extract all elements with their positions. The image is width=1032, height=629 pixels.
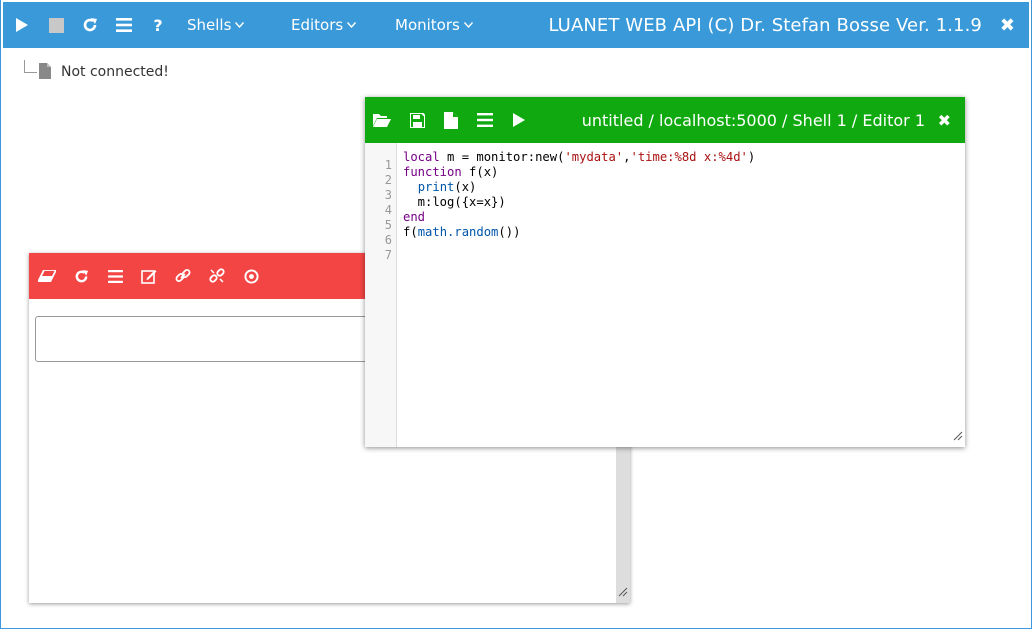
new-file-icon[interactable] <box>435 97 467 143</box>
edit-icon[interactable] <box>134 253 164 299</box>
help-icon[interactable]: ? <box>147 2 169 48</box>
line-number: 2 <box>384 173 392 187</box>
app-window: ? Shells Editors Monitors LUANET WEB API… <box>0 0 1032 629</box>
line-number: 5 <box>384 218 392 232</box>
editor-toolbar: untitled / localhost:5000 / Shell 1 / Ed… <box>365 97 965 143</box>
code-line[interactable]: f(math.random()) <box>403 225 953 240</box>
tree-connector <box>24 60 37 73</box>
play-icon[interactable] <box>11 2 33 48</box>
menu-icon[interactable] <box>113 2 135 48</box>
code-line[interactable]: print(x) <box>403 180 953 195</box>
line-number: 4 <box>384 203 392 217</box>
top-toolbar: ? Shells Editors Monitors LUANET WEB API… <box>3 2 1029 48</box>
menu-shells-label: Shells <box>187 16 232 34</box>
close-icon[interactable]: ✖ <box>938 97 951 143</box>
line-number: 1 <box>384 158 392 172</box>
line-number: 6 <box>384 233 392 247</box>
code-line[interactable]: end <box>403 210 953 225</box>
folder-open-icon[interactable] <box>366 97 398 143</box>
resize-handle-icon[interactable] <box>618 582 628 601</box>
menu-monitors[interactable]: Monitors <box>395 2 473 48</box>
menu-editors[interactable]: Editors <box>291 2 357 48</box>
line-number: 7 <box>384 248 392 262</box>
connection-status: Not connected! <box>61 64 169 80</box>
editor-title: untitled / localhost:5000 / Shell 1 / Ed… <box>581 110 925 130</box>
code-line[interactable] <box>403 240 953 255</box>
menu-editors-label: Editors <box>291 16 344 34</box>
code-line[interactable]: function f(x) <box>403 165 953 180</box>
editor-window: untitled / localhost:5000 / Shell 1 / Ed… <box>365 97 965 447</box>
menu-shells[interactable]: Shells <box>187 2 245 48</box>
run-icon[interactable] <box>503 97 535 143</box>
menu-monitors-label: Monitors <box>395 16 460 34</box>
save-icon[interactable] <box>401 97 433 143</box>
close-icon[interactable]: ✖ <box>1000 2 1015 48</box>
chevron-down-icon <box>463 20 473 31</box>
stop-icon[interactable] <box>45 2 67 48</box>
file-icon <box>39 63 51 83</box>
refresh-icon[interactable] <box>66 253 96 299</box>
resize-handle-icon[interactable] <box>953 426 963 445</box>
app-title: LUANET WEB API (C) Dr. Stefan Bosse Ver.… <box>548 14 982 36</box>
refresh-icon[interactable] <box>79 2 101 48</box>
line-number-gutter: 1 2 3 4 5 6 7 <box>365 143 397 447</box>
chevron-down-icon <box>347 20 357 31</box>
target-icon[interactable] <box>236 253 266 299</box>
code-line[interactable]: local m = monitor:new('mydata','time:%8d… <box>403 150 953 165</box>
menu-icon[interactable] <box>100 253 130 299</box>
code-editor[interactable]: local m = monitor:new('mydata','time:%8d… <box>403 150 953 255</box>
menu-icon[interactable] <box>469 97 501 143</box>
link-icon[interactable] <box>168 253 198 299</box>
chevron-down-icon <box>235 20 245 31</box>
code-line[interactable]: m:log({x=x}) <box>403 195 953 210</box>
line-number: 3 <box>384 188 392 202</box>
eraser-icon[interactable] <box>32 253 62 299</box>
unlink-icon[interactable] <box>202 253 232 299</box>
